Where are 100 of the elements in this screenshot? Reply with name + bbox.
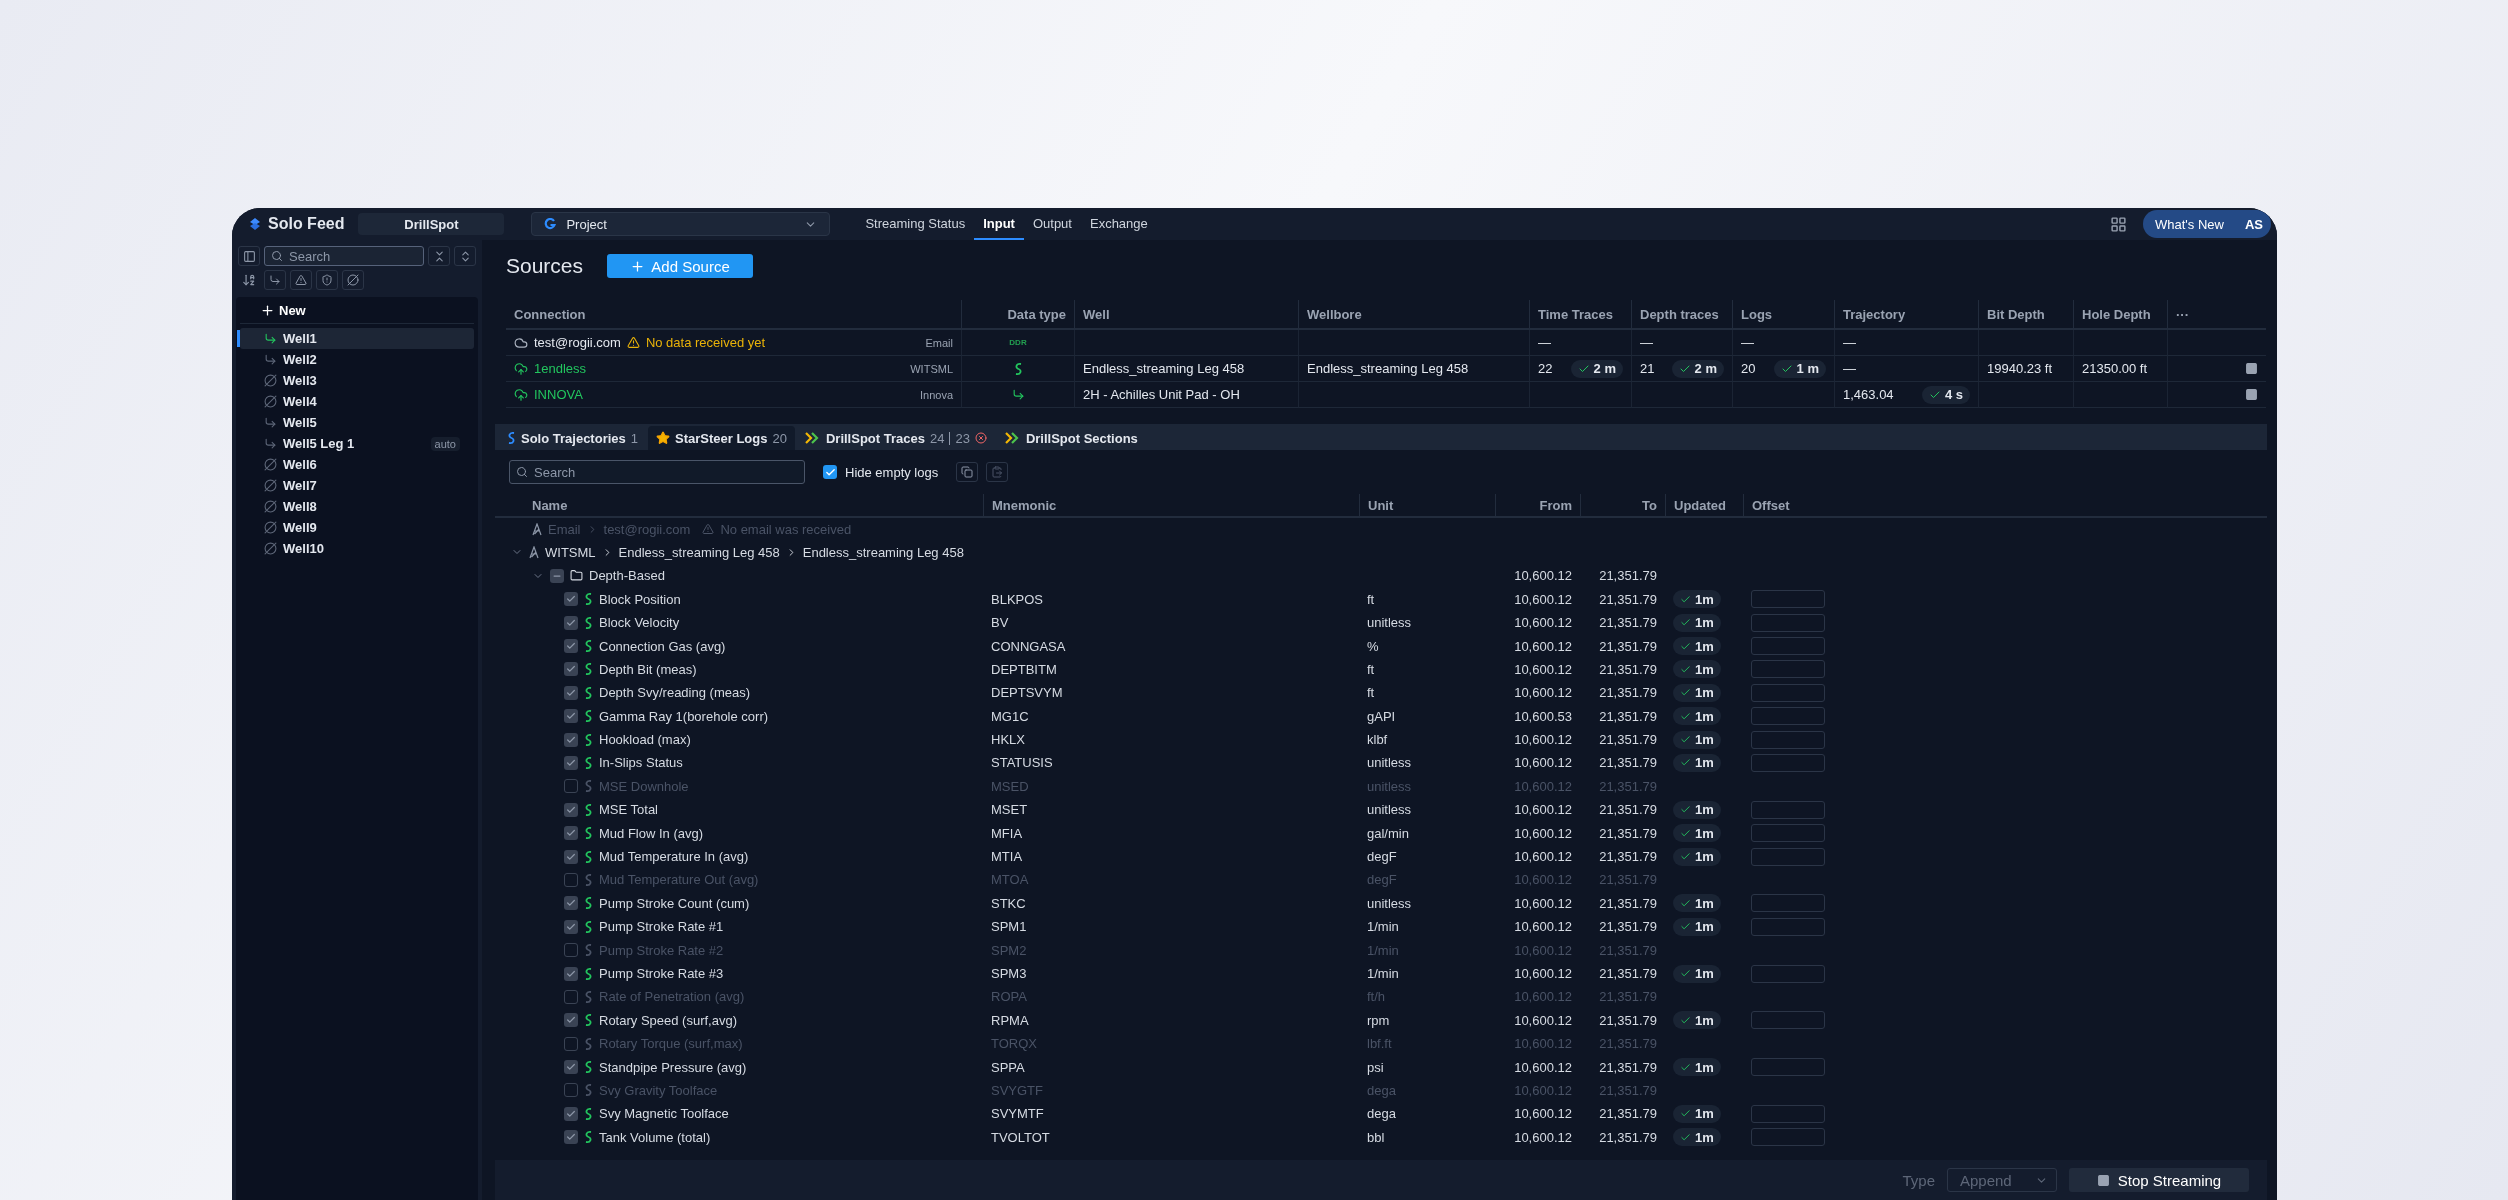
cell-value: 20: [1741, 361, 1756, 376]
log-checkbox[interactable]: [564, 662, 578, 677]
offset-field[interactable]: [1751, 754, 1825, 772]
table-cell-text: STKC: [990, 894, 1027, 913]
log-tab[interactable]: StarSteer Logs 20: [648, 426, 795, 450]
stop-icon[interactable]: [2245, 388, 2258, 401]
well-item[interactable]: Well4: [240, 391, 474, 412]
stop-icon[interactable]: [2245, 362, 2258, 375]
log-tab[interactable]: DrillSpot Traces 24 23: [796, 426, 995, 450]
offset-field[interactable]: [1751, 964, 1825, 983]
log-checkbox[interactable]: [564, 1036, 578, 1051]
curve-icon: [584, 779, 593, 794]
log-checkbox[interactable]: [564, 1013, 578, 1028]
log-checkbox[interactable]: [564, 709, 578, 724]
project-dropdown[interactable]: Project: [531, 212, 831, 236]
offset-field[interactable]: [1751, 1128, 1825, 1147]
grid-icon[interactable]: [2110, 215, 2127, 233]
table-cell-text: 10,600.12: [1513, 871, 1573, 890]
log-checkbox[interactable]: [564, 872, 578, 887]
copy-button[interactable]: [956, 462, 979, 482]
offset-field[interactable]: [1751, 824, 1825, 843]
table-cell-text: 10,600.12: [1513, 1035, 1573, 1054]
offset-field[interactable]: [1751, 1104, 1825, 1123]
nav-tab[interactable]: Output: [1023, 208, 1081, 240]
stop-streaming-button[interactable]: Stop Streaming: [2069, 1168, 2249, 1192]
table-cell-text: 21,351.79: [1598, 894, 1658, 913]
well-item[interactable]: Well1: [240, 328, 474, 349]
offset-field[interactable]: [1751, 917, 1825, 936]
log-tab[interactable]: Solo Trajectories 1: [499, 426, 646, 450]
log-tab[interactable]: DrillSpot Sections: [996, 426, 1146, 450]
offset-field[interactable]: [1751, 894, 1825, 913]
nav-tab[interactable]: Exchange: [1080, 208, 1157, 240]
log-checkbox[interactable]: [564, 989, 578, 1004]
filter-button[interactable]: [290, 270, 312, 290]
panel-toggle-button[interactable]: [238, 246, 260, 266]
log-search-field[interactable]: Search: [509, 460, 805, 484]
table-cell-text: degF: [1366, 871, 1398, 890]
log-checkbox[interactable]: [564, 779, 578, 794]
well-item[interactable]: Well6: [240, 454, 474, 475]
filter-button[interactable]: [316, 270, 338, 290]
whats-new-button[interactable]: What's New AS: [2143, 210, 2271, 238]
offset-field[interactable]: [1751, 707, 1825, 726]
log-checkbox[interactable]: [564, 1106, 578, 1121]
table-cell-text: 10,600.12: [1513, 918, 1573, 937]
filter-button[interactable]: [342, 270, 364, 290]
offset-field[interactable]: [1751, 613, 1825, 632]
offset-field[interactable]: [1751, 660, 1825, 679]
table-cell-text: 21,351.79: [1598, 918, 1658, 937]
log-checkbox[interactable]: [564, 685, 578, 700]
nav-tab[interactable]: Streaming Status: [856, 208, 975, 240]
log-checkbox[interactable]: [564, 849, 578, 864]
filter-button[interactable]: [264, 270, 286, 290]
nav-tab[interactable]: Input: [974, 208, 1024, 240]
hide-empty-checkbox[interactable]: Hide empty logs: [823, 464, 939, 480]
table-cell-text: gAPI: [1366, 707, 1397, 726]
offset-field[interactable]: [1751, 847, 1825, 866]
collapse-button[interactable]: [428, 246, 450, 266]
offset-field[interactable]: [1751, 683, 1825, 702]
well-item[interactable]: Well8: [240, 496, 474, 517]
slashed-circle-icon: [264, 374, 277, 387]
offset-field[interactable]: [1751, 590, 1825, 609]
log-checkbox[interactable]: [564, 943, 578, 958]
offset-field[interactable]: [1751, 800, 1825, 819]
log-checkbox[interactable]: [564, 639, 578, 654]
slashed-circle-icon: [264, 542, 277, 555]
slashed-circle-icon: [264, 521, 277, 534]
well-item[interactable]: Well2: [240, 349, 474, 370]
table-cell-text: 10,600.12: [1513, 894, 1573, 913]
log-checkbox[interactable]: [564, 615, 578, 630]
log-checkbox[interactable]: [564, 919, 578, 934]
well-item[interactable]: Well9: [240, 517, 474, 538]
well-item[interactable]: Well3: [240, 370, 474, 391]
well-item[interactable]: Well10: [240, 538, 474, 559]
expand-button[interactable]: [454, 246, 476, 266]
log-checkbox[interactable]: [564, 756, 578, 770]
table-cell-text: 21,351.79: [1598, 1011, 1658, 1030]
warning-icon: [626, 336, 640, 349]
offset-field[interactable]: [1751, 1058, 1825, 1077]
log-checkbox[interactable]: [564, 896, 578, 911]
log-checkbox[interactable]: [564, 966, 578, 981]
table-cell-text: %: [1366, 637, 1380, 656]
well-item[interactable]: Well5 Leg 1 auto: [240, 433, 474, 454]
log-checkbox[interactable]: [564, 592, 578, 607]
log-checkbox[interactable]: [564, 732, 578, 747]
well-item[interactable]: Well5: [240, 412, 474, 433]
log-checkbox[interactable]: [564, 1060, 578, 1075]
new-button[interactable]: New: [260, 299, 306, 321]
table-cell-text: BLKPOS: [990, 590, 1045, 609]
log-checkbox[interactable]: [564, 802, 578, 817]
well-item[interactable]: Well7: [240, 475, 474, 496]
log-checkbox[interactable]: [564, 1130, 578, 1145]
log-checkbox[interactable]: [564, 826, 578, 841]
offset-field[interactable]: [1751, 637, 1825, 656]
log-checkbox[interactable]: [564, 1083, 578, 1098]
search-field[interactable]: Search: [264, 246, 424, 266]
cell-value: —: [1538, 335, 1551, 350]
offset-field[interactable]: [1751, 1011, 1825, 1030]
group-checkbox[interactable]: [550, 568, 564, 583]
offset-field[interactable]: [1751, 730, 1825, 749]
table-cell-text: 10,600.12: [1513, 801, 1573, 820]
